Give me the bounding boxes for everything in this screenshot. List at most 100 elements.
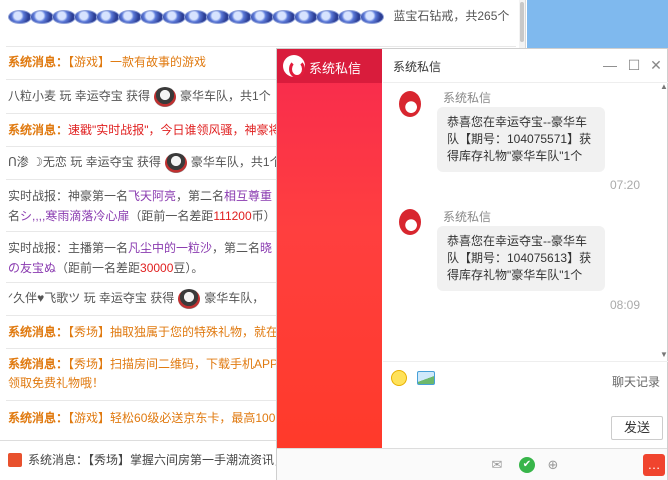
rank-name[interactable]: 相互尊重: [224, 189, 272, 203]
system-link[interactable]: 【游戏】轻松60级必送京东卡，最高100: [68, 411, 275, 425]
report-text: 币）: [251, 209, 276, 223]
rank-name[interactable]: 飞天阿亮: [128, 189, 176, 203]
report-text: 名: [8, 209, 21, 223]
private-message-window: 系统私信 系统私信 — ☐ ✕ 系统私信 恭喜您在幸运夺宝--豪华车队【期号：1…: [276, 48, 668, 480]
scroll-down-icon[interactable]: ▼: [660, 351, 668, 359]
lottery-message: ᑎ渗 ☽无恋 玩 幸运夺宝 获得 豪华车队，共1个: [8, 152, 282, 173]
system-label: 系统消息：: [8, 123, 69, 137]
announcement-prefix: 系统消息：: [28, 453, 89, 467]
gem-icon: [30, 9, 54, 24]
system-label: 系统消息：: [8, 55, 69, 69]
message-time: 08:09: [609, 298, 640, 312]
gap-amount: 111200: [213, 209, 252, 223]
car-icon: [178, 288, 201, 309]
window-title: 系统私信: [393, 60, 442, 74]
message-text: 玩 幸运夺宝 获得: [70, 155, 161, 169]
gift-text: 蓝宝石钻戒，共265个: [393, 9, 510, 23]
conversation-item-system[interactable]: 系统私信: [277, 49, 382, 83]
report-text: ，第二名: [212, 241, 261, 255]
report-label: 实时战报：神豪第一名: [8, 189, 129, 203]
gem-icon: [140, 9, 164, 24]
conversation-list: 系统私信: [277, 49, 382, 449]
message-text: 玩 幸运夺宝 获得: [83, 291, 175, 305]
gift-text: 豪华车队，共1个: [180, 89, 271, 103]
scroll-thumb[interactable]: [520, 2, 524, 42]
gem-icon: [206, 9, 230, 24]
user-name[interactable]: ᑎ渗 ☽无恋: [8, 155, 67, 169]
gem-icon: [360, 9, 384, 24]
message-bubble: 恭喜您在幸运夺宝--豪华车队【期号：104075613】获得库存礼物"豪华车队"…: [437, 226, 605, 291]
battle-report-cont: の友宝ぬ（距前一名差距30000豆）。: [8, 258, 203, 278]
report-text: （距前一名差距: [129, 209, 214, 223]
send-button[interactable]: 发送: [611, 416, 663, 440]
gem-icon: [74, 9, 98, 24]
rank-name[interactable]: の友宝ぬ: [8, 261, 56, 275]
system-message: 系统消息：【游戏】一款有故事的游戏: [8, 52, 206, 72]
image-icon[interactable]: [417, 371, 435, 385]
battle-report: 实时战报：神豪第一名飞天阿亮，第二名相互尊重: [8, 186, 272, 206]
app-root: 蓝宝石钻戒，共265个 系统消息：【游戏】一款有故事的游戏 八粒小麦 玩 幸运夺…: [0, 0, 668, 480]
user-name[interactable]: 八粒小麦: [8, 89, 56, 103]
system-link[interactable]: 【秀场】抽取独属于您的特殊礼物，就在: [68, 325, 278, 339]
close-icon[interactable]: ✕: [648, 57, 664, 73]
sender-avatar: [395, 207, 425, 237]
mail-icon[interactable]: ✉: [489, 457, 505, 473]
chat-bubble-icon[interactable]: …: [643, 454, 665, 476]
rank-name[interactable]: 晓: [260, 241, 272, 255]
bottom-toolbar: ✉ ✔ ⊕ …: [277, 448, 667, 480]
message-bubble: 恭喜您在幸运夺宝--豪华车队【期号：104075571】获得库存礼物"豪华车队"…: [437, 107, 605, 172]
system-label: 系统消息：: [8, 357, 69, 371]
gem-icon: [184, 9, 208, 24]
car-icon: [154, 86, 177, 107]
system-message-cont: 领取免费礼物哦！: [8, 373, 104, 393]
six-logo-icon: [283, 55, 305, 78]
gem-icon: [250, 9, 274, 24]
gift-text: 豪华车队，: [204, 291, 265, 305]
sender-name: 系统私信: [443, 91, 492, 105]
system-label: 系统消息：: [8, 411, 69, 425]
sender-avatar: [395, 89, 425, 119]
rank-name[interactable]: 凡尘中的一粒沙: [128, 241, 212, 255]
report-text: （距前一名差距: [56, 261, 141, 275]
battle-report: 实时战报：主播第一名凡尘中的一粒沙，第二名晓: [8, 238, 272, 258]
sender-name: 系统私信: [443, 210, 492, 224]
system-message: 系统消息：速戳"实时战报"，今日谁领风骚，神豪将: [8, 120, 281, 140]
gem-icon: [272, 9, 296, 24]
system-link[interactable]: 【秀场】扫描房间二维码，下载手机APP: [68, 357, 278, 371]
zoom-icon[interactable]: ⊕: [545, 457, 561, 473]
gem-icon: [118, 9, 142, 24]
system-link[interactable]: 【游戏】一款有故事的游戏: [68, 55, 206, 69]
lottery-message: 八粒小麦 玩 幸运夺宝 获得 豪华车队，共1个: [8, 86, 271, 107]
window-header: 系统私信 — ☐ ✕: [383, 49, 668, 83]
system-message: 系统消息：【秀场】抽取独属于您的特殊礼物，就在: [8, 322, 278, 342]
scroll-up-icon[interactable]: ▲: [660, 83, 668, 91]
system-message: 系统消息：【秀场】扫描房间二维码，下载手机APP: [8, 354, 278, 374]
message-list: 系统私信 恭喜您在幸运夺宝--豪华车队【期号：104075571】获得库存礼物"…: [383, 83, 668, 359]
input-toolbar: 聊天记录: [383, 361, 668, 391]
message-scrollbar[interactable]: ▲ ▼: [660, 83, 668, 359]
divider: [6, 46, 516, 47]
lottery-message: ᐟ久伴♥飞歌ツ 玩 幸运夺宝 获得 豪华车队，: [8, 288, 264, 309]
check-icon[interactable]: ✔: [519, 457, 535, 473]
gem-icon: [162, 9, 186, 24]
system-label: 系统消息：: [8, 325, 69, 339]
system-link[interactable]: 速戳"实时战报"，今日谁领风骚，神豪将: [68, 123, 281, 137]
gem-icon: [228, 9, 252, 24]
gem-icon: [294, 9, 318, 24]
user-name[interactable]: ᐟ久伴♥飞歌ツ: [8, 291, 80, 305]
conversation-title: 系统私信: [309, 61, 362, 76]
car-icon: [164, 152, 187, 173]
emoji-icon[interactable]: [391, 370, 407, 386]
chat-history-link[interactable]: 聊天记录: [612, 373, 660, 390]
conversation-panel: 系统私信 — ☐ ✕ 系统私信 恭喜您在幸运夺宝--豪华车队【期号：104075…: [383, 49, 668, 479]
system-link[interactable]: 领取免费礼物哦！: [8, 376, 104, 390]
gem-icon: [96, 9, 120, 24]
gap-amount: 30000: [140, 261, 174, 275]
maximize-icon[interactable]: ☐: [626, 57, 642, 73]
gift-text: 豪华车队，共1个: [190, 155, 282, 169]
message-text: 玩 幸运夺宝 获得: [59, 89, 151, 103]
rank-name[interactable]: シ,,,,寒雨滴落冷心扉: [20, 209, 129, 223]
minimize-icon[interactable]: —: [602, 57, 618, 73]
gem-icon: [316, 9, 340, 24]
report-label: 实时战报：主播第一名: [8, 241, 129, 255]
